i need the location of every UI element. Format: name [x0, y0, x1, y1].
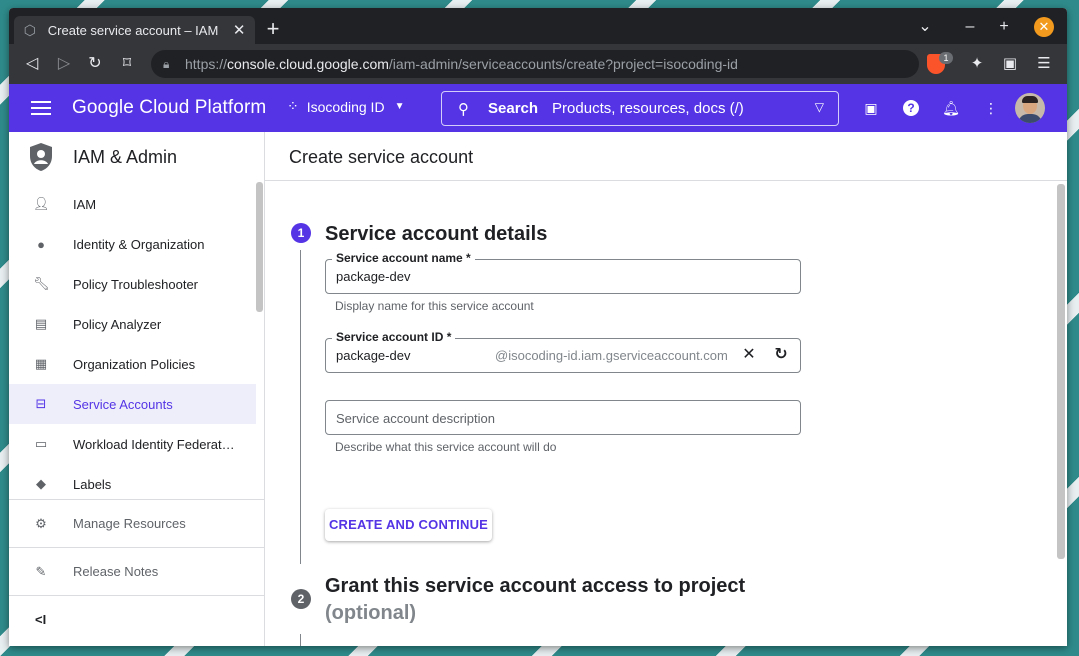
- gcp-favicon-icon: ⬡: [23, 22, 36, 38]
- tag-icon: ◆: [36, 476, 46, 491]
- project-hierarchy-icon: ⁘: [287, 98, 299, 114]
- sidebar: IAM & Admin 👤︎ IAM ● Identity & Organiza…: [9, 132, 265, 646]
- service-account-description-hint: Describe what this service account will …: [335, 440, 557, 454]
- sidebar-item-manage-resources[interactable]: ⚙ Manage Resources: [9, 499, 264, 547]
- sidebar-header: IAM & Admin: [9, 132, 264, 180]
- user-avatar[interactable]: [1015, 93, 1045, 123]
- sidebar-item-service-accounts[interactable]: ⊟ Service Accounts: [9, 384, 256, 424]
- service-account-name-label: Service account name *: [332, 251, 475, 265]
- step-2-connector: [300, 634, 301, 646]
- brave-shields-badge: 1: [939, 52, 953, 64]
- sidebar-title: IAM & Admin: [73, 147, 178, 167]
- service-account-id-value[interactable]: package-dev: [336, 348, 410, 363]
- cloud-shell-icon[interactable]: ▣: [861, 98, 881, 118]
- main-content: Create service account 1 Service account…: [265, 132, 1067, 646]
- menu-icon[interactable]: ☰: [1034, 54, 1054, 74]
- service-account-description-placeholder: Service account description: [336, 411, 495, 426]
- address-bar[interactable]: 🔒︎ https://console.cloud.google.com/iam-…: [151, 50, 919, 78]
- back-icon[interactable]: ◁: [22, 54, 42, 74]
- document-search-icon: ▤: [34, 316, 48, 331]
- browser-window: ⬡ Create service account – IAM ✕ + ⌄ – +…: [9, 8, 1067, 646]
- step-2-title[interactable]: Grant this service account access to pro…: [325, 575, 745, 598]
- lock-icon: 🔒︎: [163, 56, 170, 71]
- gcp-brand[interactable]: Google Cloud Platform: [72, 97, 266, 119]
- sidebar-nav: 👤︎ IAM ● Identity & Organization 🔧︎ Poli…: [9, 184, 256, 504]
- service-account-id-field[interactable]: Service account ID * package-dev @isocod…: [325, 330, 801, 373]
- step-1-title: Service account details: [325, 223, 548, 245]
- sidebar-item-policy-troubleshooter[interactable]: 🔧︎ Policy Troubleshooter: [9, 264, 256, 304]
- release-notes-icon: ✎: [35, 563, 47, 579]
- reload-icon[interactable]: ↻: [85, 54, 105, 74]
- id-card-icon: ▭: [34, 436, 48, 451]
- new-tab-icon[interactable]: +: [263, 18, 283, 40]
- gcp-header: Google Cloud Platform ⁘ Isocoding ID ▼ ⚲…: [9, 84, 1067, 132]
- step-1-number: 1: [291, 223, 311, 243]
- notifications-bell-icon[interactable]: 🔔︎: [941, 98, 961, 118]
- service-account-id-label: Service account ID *: [332, 330, 456, 344]
- window-close-icon[interactable]: ✕: [1034, 17, 1054, 37]
- minimize-icon[interactable]: –: [960, 18, 980, 36]
- step-1-connector: [300, 250, 301, 564]
- chevron-down-icon[interactable]: ▽: [815, 100, 824, 114]
- search-label: Search: [488, 100, 539, 117]
- extensions-icon[interactable]: ✦: [967, 54, 987, 74]
- tab-search-chevron-icon[interactable]: ⌄: [915, 18, 935, 36]
- tab-strip: ⬡ Create service account – IAM ✕ + ⌄ – +…: [9, 8, 1067, 44]
- help-icon[interactable]: ?: [903, 100, 919, 116]
- service-account-name-value[interactable]: package-dev: [336, 269, 410, 284]
- wrench-icon: 🔧︎: [33, 276, 50, 291]
- sidebar-item-workload-identity-federation[interactable]: ▭ Workload Identity Federat…: [9, 424, 256, 464]
- sidebar-item-iam[interactable]: 👤︎ IAM: [9, 184, 256, 224]
- wallet-icon[interactable]: ▣: [1000, 54, 1020, 74]
- forward-icon[interactable]: ▷: [54, 54, 74, 74]
- settings-folder-icon: ⚙: [35, 515, 47, 531]
- step-2-number: 2: [291, 589, 311, 609]
- tab-title: Create service account – IAM: [47, 22, 219, 38]
- collapse-sidebar-button[interactable]: <I: [9, 595, 264, 643]
- more-vert-icon[interactable]: ⋮: [981, 98, 1001, 118]
- clear-icon[interactable]: ✕: [739, 345, 759, 365]
- create-and-continue-button[interactable]: CREATE AND CONTINUE: [325, 509, 492, 541]
- service-account-id-suffix: @isocoding-id.iam.gserviceaccount.com: [495, 348, 728, 363]
- person-add-icon: 👤︎: [33, 196, 50, 211]
- hamburger-menu-icon[interactable]: [31, 98, 51, 118]
- browser-toolbar: ◁ ▷ ↻ ⌑ 🔒︎ https://console.cloud.google.…: [9, 44, 1067, 84]
- sidebar-item-policy-analyzer[interactable]: ▤ Policy Analyzer: [9, 304, 256, 344]
- page-title: Create service account: [289, 147, 474, 167]
- maximize-icon[interactable]: +: [994, 18, 1014, 36]
- refresh-icon[interactable]: ↻: [771, 345, 791, 365]
- sidebar-item-release-notes[interactable]: ✎ Release Notes: [9, 547, 264, 595]
- service-account-name-field[interactable]: Service account name * package-dev: [325, 251, 801, 294]
- bookmark-icon[interactable]: ⌑: [117, 54, 137, 74]
- sidebar-item-organization-policies[interactable]: ▦ Organization Policies: [9, 344, 256, 384]
- sidebar-item-identity-organization[interactable]: ● Identity & Organization: [9, 224, 256, 264]
- step-2-optional-label: (optional): [325, 602, 417, 624]
- service-account-name-hint: Display name for this service account: [335, 299, 534, 313]
- page-header: Create service account: [265, 132, 1067, 181]
- url-text: https://console.cloud.google.com/iam-adm…: [185, 56, 738, 72]
- search-placeholder: Products, resources, docs (/): [552, 100, 744, 117]
- tab-close-icon[interactable]: ✕: [231, 21, 247, 39]
- shield-account-icon: [30, 143, 52, 171]
- caret-down-icon: ▼: [394, 101, 405, 112]
- account-circle-icon: ●: [37, 236, 45, 252]
- list-document-icon: ▦: [34, 356, 48, 371]
- service-account-description-field[interactable]: Service account description: [325, 400, 801, 435]
- project-name: Isocoding ID: [306, 98, 385, 115]
- search-bar[interactable]: ⚲ Search Products, resources, docs (/) ▽: [441, 91, 839, 126]
- sidebar-item-labels[interactable]: ◆ Labels: [9, 464, 256, 504]
- sidebar-scrollbar[interactable]: [256, 182, 263, 312]
- sidebar-bottom: ⚙ Manage Resources ✎ Release Notes <I: [9, 499, 264, 643]
- collapse-icon: <I: [35, 612, 47, 627]
- browser-tab[interactable]: ⬡ Create service account – IAM ✕: [14, 16, 255, 44]
- search-icon: ⚲: [458, 100, 469, 118]
- service-account-icon: ⊟: [35, 396, 47, 411]
- project-selector[interactable]: ⁘ Isocoding ID ▼: [287, 98, 404, 115]
- main-scrollbar[interactable]: [1057, 184, 1065, 559]
